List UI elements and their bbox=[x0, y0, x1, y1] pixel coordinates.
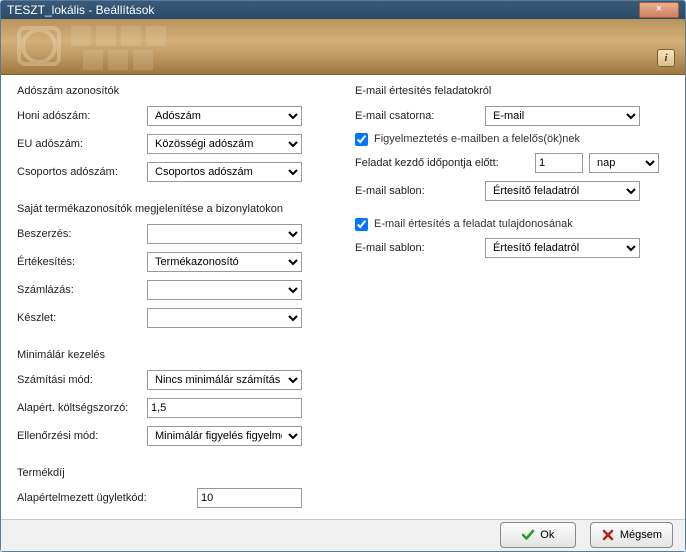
group-email-notify: E-mail értesítés feladatokról E-mail csa… bbox=[355, 85, 669, 265]
label-default-multiplier: Alapért. költségszorzó: bbox=[17, 402, 147, 414]
group-tax-ids: Adószám azonosítók Honi adószám: Adószám… bbox=[17, 85, 331, 189]
input-default-tx-code[interactable] bbox=[197, 488, 302, 508]
label-eu-tax: EU adószám: bbox=[17, 138, 147, 150]
select-group-tax[interactable]: Csoportos adószám bbox=[147, 162, 302, 182]
check-icon bbox=[521, 528, 535, 542]
label-group-tax: Csoportos adószám: bbox=[17, 166, 147, 178]
ok-button[interactable]: Ok bbox=[500, 522, 576, 548]
label-email-template-2: E-mail sablon: bbox=[355, 242, 485, 254]
select-home-tax[interactable]: Adószám bbox=[147, 106, 302, 126]
select-ertekesites[interactable]: Termékazonosító bbox=[147, 252, 302, 272]
label-beszerzes: Beszerzés: bbox=[17, 228, 147, 240]
cancel-button-label: Mégsem bbox=[620, 529, 662, 541]
input-before-value[interactable] bbox=[535, 153, 583, 173]
select-email-template-2[interactable]: Értesítő feladatról bbox=[485, 238, 640, 258]
checkbox-notify-owner[interactable] bbox=[355, 218, 368, 231]
group-title-termekdij: Termékdíj bbox=[17, 467, 331, 479]
select-before-unit[interactable]: nap bbox=[589, 153, 659, 173]
select-szamlazas[interactable] bbox=[147, 280, 302, 300]
label-email-channel: E-mail csatorna: bbox=[355, 110, 485, 122]
header-band: i bbox=[1, 19, 685, 75]
select-eu-tax[interactable]: Közösségi adószám bbox=[147, 134, 302, 154]
label-notify-owner: E-mail értesítés a feladat tulajdonosána… bbox=[374, 218, 573, 230]
label-default-tx-code: Alapértelmezett ügyletkód: bbox=[17, 492, 197, 504]
titlebar: TESZT_lokális - Beállítások × bbox=[1, 1, 685, 19]
header-decoration bbox=[1, 18, 181, 74]
left-column: Adószám azonosítók Honi adószám: Adószám… bbox=[17, 85, 331, 515]
settings-window: TESZT_lokális - Beállítások × bbox=[0, 0, 686, 552]
cross-icon bbox=[601, 528, 615, 542]
label-calc-mode: Számítási mód: bbox=[17, 374, 147, 386]
info-icon[interactable]: i bbox=[657, 49, 675, 67]
close-button[interactable]: × bbox=[639, 2, 679, 18]
right-column: E-mail értesítés feladatokról E-mail csa… bbox=[355, 85, 669, 515]
select-calc-mode[interactable]: Nincs minimálár számítás bbox=[147, 370, 302, 390]
cancel-button[interactable]: Mégsem bbox=[590, 522, 673, 548]
group-title-prodid: Saját termékazonosítók megjelenítése a b… bbox=[17, 203, 331, 215]
select-check-mode[interactable]: Minimálár figyelés figyelmezt bbox=[147, 426, 302, 446]
content-area: Adószám azonosítók Honi adószám: Adószám… bbox=[1, 75, 685, 519]
group-title-email: E-mail értesítés feladatokról bbox=[355, 85, 669, 97]
window-title: TESZT_lokális - Beállítások bbox=[7, 3, 639, 17]
checkbox-warn-responsible[interactable] bbox=[355, 133, 368, 146]
footer: Ok Mégsem bbox=[1, 519, 685, 551]
group-product-ids: Saját termékazonosítók megjelenítése a b… bbox=[17, 203, 331, 335]
label-szamlazas: Számlázás: bbox=[17, 284, 147, 296]
group-min-price: Minimálár kezelés Számítási mód: Nincs m… bbox=[17, 349, 331, 453]
select-email-template-1[interactable]: Értesítő feladatról bbox=[485, 181, 640, 201]
group-title-minprice: Minimálár kezelés bbox=[17, 349, 331, 361]
label-keszlet: Készlet: bbox=[17, 312, 147, 324]
ok-button-label: Ok bbox=[540, 529, 554, 541]
label-warn-responsible: Figyelmeztetés e-mailben a felelős(ök)ne… bbox=[374, 133, 580, 145]
label-before-start: Feladat kezdő időpontja előtt: bbox=[355, 157, 535, 169]
group-termekdij: Termékdíj Alapértelmezett ügyletkód: bbox=[17, 467, 331, 515]
label-ertekesites: Értékesítés: bbox=[17, 256, 147, 268]
label-check-mode: Ellenőrzési mód: bbox=[17, 430, 147, 442]
label-home-tax: Honi adószám: bbox=[17, 110, 147, 122]
group-title-tax: Adószám azonosítók bbox=[17, 85, 331, 97]
select-beszerzes[interactable] bbox=[147, 224, 302, 244]
select-email-channel[interactable]: E-mail bbox=[485, 106, 640, 126]
select-keszlet[interactable] bbox=[147, 308, 302, 328]
input-default-multiplier[interactable] bbox=[147, 398, 302, 418]
label-email-template-1: E-mail sablon: bbox=[355, 185, 485, 197]
